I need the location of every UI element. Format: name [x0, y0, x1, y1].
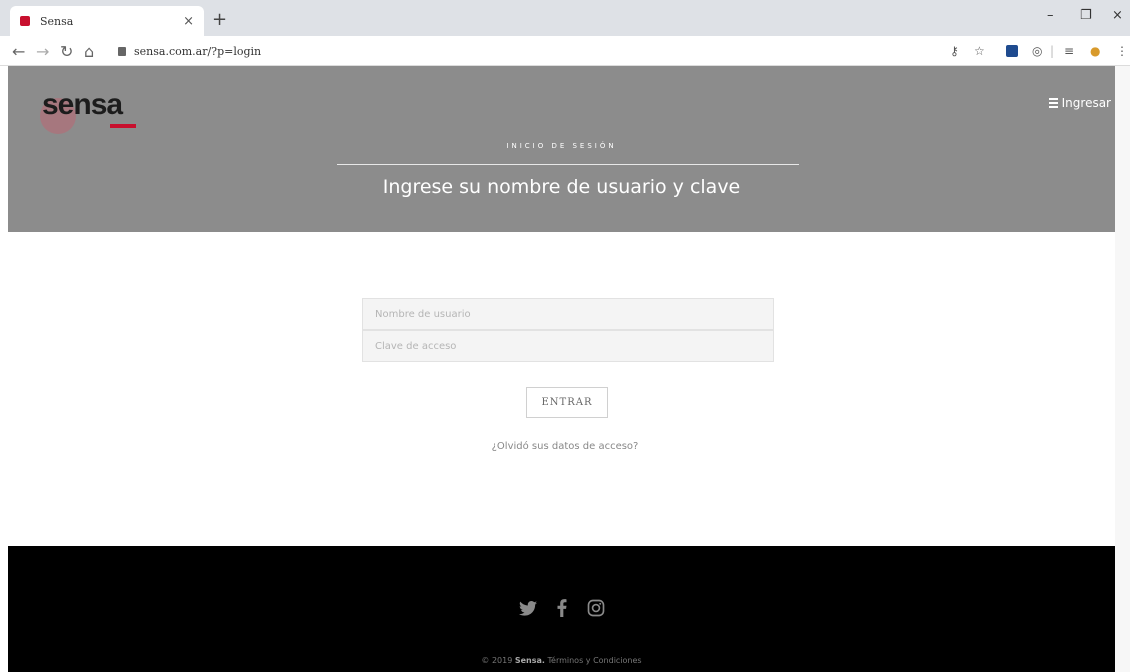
submit-button[interactable]: ENTRAR	[526, 387, 608, 418]
login-menu-link[interactable]: Ingresar	[1048, 96, 1111, 110]
tab-close-icon[interactable]: ×	[183, 14, 194, 29]
forward-arrow-icon[interactable]: →	[36, 42, 49, 61]
logo-text: sensa	[42, 88, 123, 121]
profile-avatar-icon[interactable]: ●	[1090, 44, 1100, 58]
page-right-edge	[1115, 66, 1130, 672]
star-icon[interactable]: ☆	[974, 44, 985, 58]
copyright-text: © 2019 Sensa. Términos y Condiciones	[8, 656, 1115, 665]
lock-icon	[118, 46, 126, 56]
key-icon[interactable]: ⚷	[950, 44, 959, 58]
hamburger-icon	[1048, 96, 1058, 110]
favicon-icon	[20, 16, 30, 26]
home-icon[interactable]: ⌂	[84, 42, 94, 61]
instagram-icon[interactable]	[586, 598, 606, 618]
menu-label: Ingresar	[1061, 96, 1111, 110]
reading-list-icon[interactable]: ≡	[1064, 44, 1074, 58]
site-header: sensa Ingresar INICIO DE SESIÓN Ingrese …	[8, 66, 1115, 232]
sensa-logo[interactable]: sensa	[38, 86, 148, 136]
facebook-icon[interactable]	[552, 598, 572, 618]
maximize-icon[interactable]: ❐	[1080, 8, 1092, 23]
forgot-password-link[interactable]: ¿Olvidó sus datos de acceso?	[0, 441, 1130, 452]
minimize-icon[interactable]: –	[1047, 8, 1054, 23]
copyright-year: © 2019	[481, 656, 513, 665]
site-footer: © 2019 Sensa. Términos y Condiciones	[8, 546, 1115, 672]
section-label: INICIO DE SESIÓN	[506, 142, 617, 150]
footer-brand: Sensa.	[514, 656, 545, 665]
back-arrow-icon[interactable]: ←	[12, 42, 25, 61]
toolbar-separator: |	[1050, 44, 1055, 58]
social-links	[8, 598, 1115, 618]
new-tab-icon[interactable]: +	[212, 9, 227, 30]
browser-tab-bar: Sensa × + – ❐ ×	[0, 0, 1130, 36]
browser-tab[interactable]: Sensa ×	[10, 6, 204, 36]
window-close-icon[interactable]: ×	[1112, 8, 1123, 23]
username-input[interactable]	[362, 298, 774, 330]
page-title: Ingrese su nombre de usuario y clave	[382, 176, 741, 198]
extension-icon[interactable]	[1006, 45, 1018, 57]
logo-accent-bar	[110, 124, 136, 128]
address-field[interactable]: sensa.com.ar/?p=login	[118, 41, 908, 61]
reload-icon[interactable]: ↻	[60, 42, 73, 61]
browser-menu-icon[interactable]: ⋮	[1116, 44, 1128, 58]
terms-link[interactable]: Términos y Condiciones	[548, 656, 642, 665]
browser-toolbar: ← → ↻ ⌂ sensa.com.ar/?p=login ⚷ ☆ ◎ | ≡ …	[0, 36, 1130, 66]
tab-title: Sensa	[40, 14, 74, 28]
header-divider	[337, 164, 799, 165]
password-input[interactable]	[362, 330, 774, 362]
twitter-icon[interactable]	[518, 598, 538, 618]
extension-search-icon[interactable]: ◎	[1032, 44, 1042, 58]
url-text: sensa.com.ar/?p=login	[134, 44, 262, 58]
